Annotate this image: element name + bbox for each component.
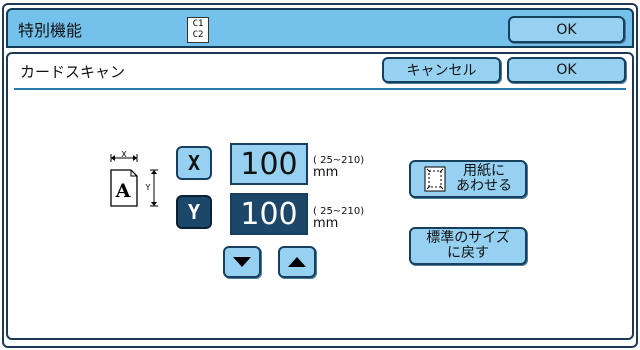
card-size-diagram-icon: X A Y (110, 150, 158, 207)
section-title: カードスキャン (20, 63, 126, 81)
triangle-down-icon (233, 257, 251, 267)
ok-button[interactable]: OK (507, 57, 626, 83)
card-scan-panel (6, 52, 634, 340)
x-unit: mm (313, 165, 339, 180)
header-ok-button[interactable]: OK (508, 16, 625, 43)
copy-mode-badge: C1 C2 (187, 17, 209, 43)
paper-fit-icon (424, 166, 446, 192)
triangle-up-icon (288, 257, 306, 267)
badge-line-2: C2 (192, 30, 204, 40)
divider (14, 88, 626, 90)
y-range: ( 25~210) mm (313, 207, 364, 231)
diagram-y-label: Y (145, 183, 151, 192)
x-select-button[interactable]: X (176, 146, 212, 180)
cancel-button[interactable]: キャンセル (382, 57, 501, 83)
diagram-x-label: X (121, 150, 127, 159)
fit-label-line-1: 用紙に (463, 163, 505, 179)
y-unit: mm (313, 216, 339, 231)
fit-to-paper-button[interactable]: 用紙に あわせる (409, 160, 527, 198)
increase-button[interactable] (278, 246, 316, 278)
x-range: ( 25~210) mm (313, 156, 364, 180)
diagram-card-letter: A (115, 180, 131, 202)
standard-label-line-2: に戻す (447, 245, 489, 261)
reset-standard-size-button[interactable]: 標準のサイズ に戻す (409, 227, 527, 265)
badge-line-1: C1 (192, 19, 204, 29)
decrease-button[interactable] (223, 246, 261, 278)
y-select-button[interactable]: Y (176, 195, 212, 229)
standard-label-line-1: 標準のサイズ (426, 230, 510, 246)
fit-label-line-2: あわせる (456, 178, 512, 194)
page-title: 特別機能 (18, 21, 83, 40)
x-value-display[interactable]: 100 (230, 143, 308, 185)
y-value-display[interactable]: 100 (230, 193, 308, 235)
